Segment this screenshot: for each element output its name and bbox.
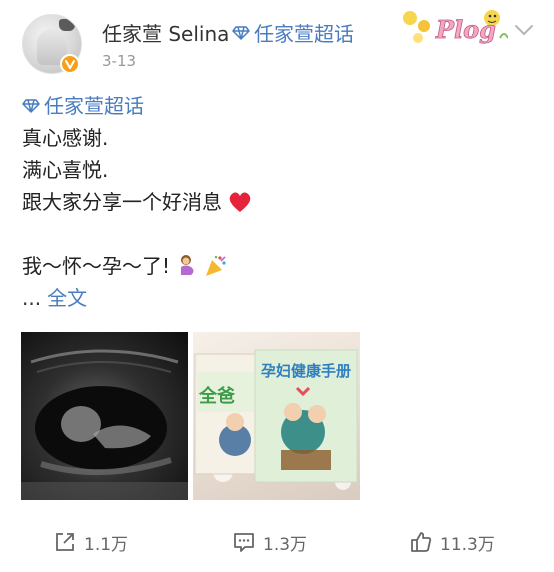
like-count: 11.3万 (440, 534, 495, 555)
like-button[interactable]: 11.3万 (410, 522, 495, 562)
expand-full-text-link[interactable]: 全文 (47, 282, 87, 314)
post-content: 任家萱超话 真心感谢. 满心喜悦. 跟大家分享一个好消息 我～怀～孕～了! ..… (22, 90, 252, 314)
topic-tag[interactable]: 任家萱超话 (232, 18, 354, 47)
content-topic-label: 任家萱超话 (44, 94, 144, 118)
party-popper-icon (204, 254, 228, 278)
chevron-down-icon[interactable] (514, 24, 534, 36)
repost-count: 1.1万 (84, 534, 129, 555)
content-more: ... 全文 (22, 282, 252, 314)
repost-icon (56, 533, 74, 551)
content-line-2: 满心喜悦. (22, 158, 109, 182)
avatar-hat (59, 19, 75, 31)
action-bar: 1.1万 1.3万 11.3万 (0, 522, 554, 562)
content-topic[interactable]: 任家萱超话 (22, 90, 252, 122)
pregnant-woman-icon (176, 254, 198, 278)
book2-title: 孕妇健康手册 (261, 362, 351, 380)
content-line-3: 跟大家分享一个好消息 (22, 186, 252, 218)
comment-icon (234, 533, 254, 552)
heart-icon (228, 191, 252, 213)
like-icon (411, 532, 432, 552)
content-line-4: 我～怀～孕～了! (22, 250, 252, 282)
content-ellipsis: ... (22, 286, 42, 310)
comment-button[interactable]: 1.3万 (233, 522, 307, 562)
content-line-4-text: 我～怀～孕～了! (22, 254, 171, 278)
books-image[interactable]: 全爸 孕妇健康手册 (193, 332, 360, 500)
plog-text: Plog (435, 15, 496, 44)
repost-button[interactable]: 1.1万 (54, 522, 128, 562)
book1-title: 全爸 (198, 385, 235, 407)
diamond-icon (22, 99, 40, 113)
diamond-icon (232, 25, 250, 40)
content-line-1: 真心感谢. (22, 126, 109, 150)
post-time: 3-13 (102, 52, 137, 70)
author-name[interactable]: 任家萱 Selina (102, 18, 229, 47)
topic-tag-label: 任家萱超话 (254, 22, 354, 46)
verified-badge-icon (60, 54, 80, 74)
content-line-3-text: 跟大家分享一个好消息 (22, 190, 222, 214)
comment-count: 1.3万 (263, 534, 308, 555)
plog-decoration: Plog (403, 10, 508, 44)
ultrasound-image[interactable] (21, 332, 188, 500)
